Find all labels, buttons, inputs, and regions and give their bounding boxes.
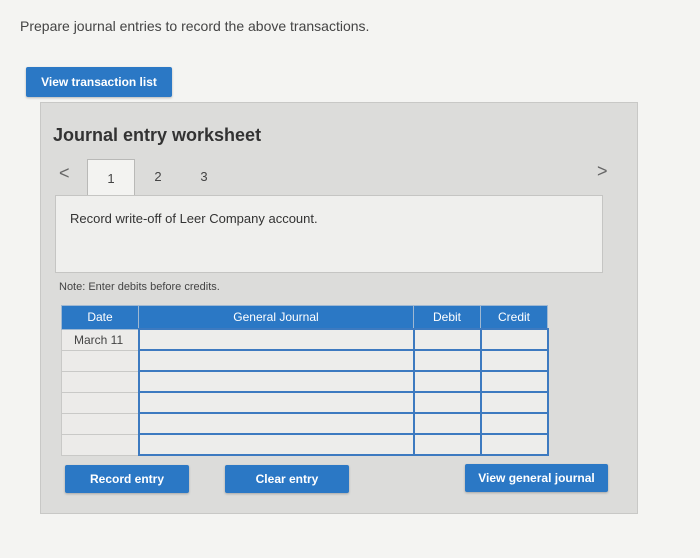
journal-entry-worksheet: Journal entry worksheet < 1 2 3 > Record… <box>40 102 638 514</box>
debit-input[interactable] <box>412 433 482 456</box>
credit-input[interactable] <box>479 412 549 435</box>
credit-input[interactable] <box>479 391 549 414</box>
debit-input[interactable] <box>412 391 482 414</box>
table-row <box>61 391 549 414</box>
debit-input[interactable] <box>412 349 482 372</box>
date-cell <box>61 370 139 393</box>
account-input[interactable] <box>137 370 415 393</box>
clear-entry-button[interactable]: Clear entry <box>225 465 349 493</box>
date-cell <box>61 412 139 435</box>
tab-1[interactable]: 1 <box>87 159 135 196</box>
date-cell <box>61 433 139 456</box>
debit-input[interactable] <box>412 370 482 393</box>
instruction-text: Prepare journal entries to record the ab… <box>20 18 370 34</box>
account-input[interactable] <box>137 433 415 456</box>
table-row: March 11 <box>61 328 549 351</box>
column-header-date: Date <box>61 305 139 330</box>
table-row <box>61 433 549 456</box>
table-row <box>61 370 549 393</box>
date-cell <box>61 391 139 414</box>
tab-3[interactable]: 3 <box>181 159 227 193</box>
chevron-right-icon[interactable]: > <box>597 161 608 182</box>
record-entry-button[interactable]: Record entry <box>65 465 189 493</box>
note-text: Note: Enter debits before credits. <box>59 281 220 293</box>
account-input[interactable] <box>137 328 415 351</box>
debit-input[interactable] <box>412 328 482 351</box>
table-row <box>61 349 549 372</box>
account-input[interactable] <box>137 349 415 372</box>
view-transaction-list-button[interactable]: View transaction list <box>26 67 172 97</box>
date-cell: March 11 <box>61 328 139 351</box>
tab-2[interactable]: 2 <box>135 159 181 193</box>
account-input[interactable] <box>137 391 415 414</box>
credit-input[interactable] <box>479 328 549 351</box>
account-input[interactable] <box>137 412 415 435</box>
journal-table: Date General Journal Debit Credit March … <box>61 305 549 456</box>
credit-input[interactable] <box>479 349 549 372</box>
entry-tabs: 1 2 3 <box>87 159 227 196</box>
entry-description: Record write-off of Leer Company account… <box>70 211 318 226</box>
entry-description-box: Record write-off of Leer Company account… <box>55 195 603 273</box>
chevron-left-icon[interactable]: < <box>59 163 70 184</box>
column-header-credit: Credit <box>480 305 548 330</box>
date-cell <box>61 349 139 372</box>
view-general-journal-button[interactable]: View general journal <box>465 464 608 492</box>
debit-input[interactable] <box>412 412 482 435</box>
credit-input[interactable] <box>479 433 549 456</box>
column-header-debit: Debit <box>413 305 481 330</box>
credit-input[interactable] <box>479 370 549 393</box>
table-row <box>61 412 549 435</box>
worksheet-title: Journal entry worksheet <box>53 125 262 145</box>
column-header-general-journal: General Journal <box>138 305 414 330</box>
